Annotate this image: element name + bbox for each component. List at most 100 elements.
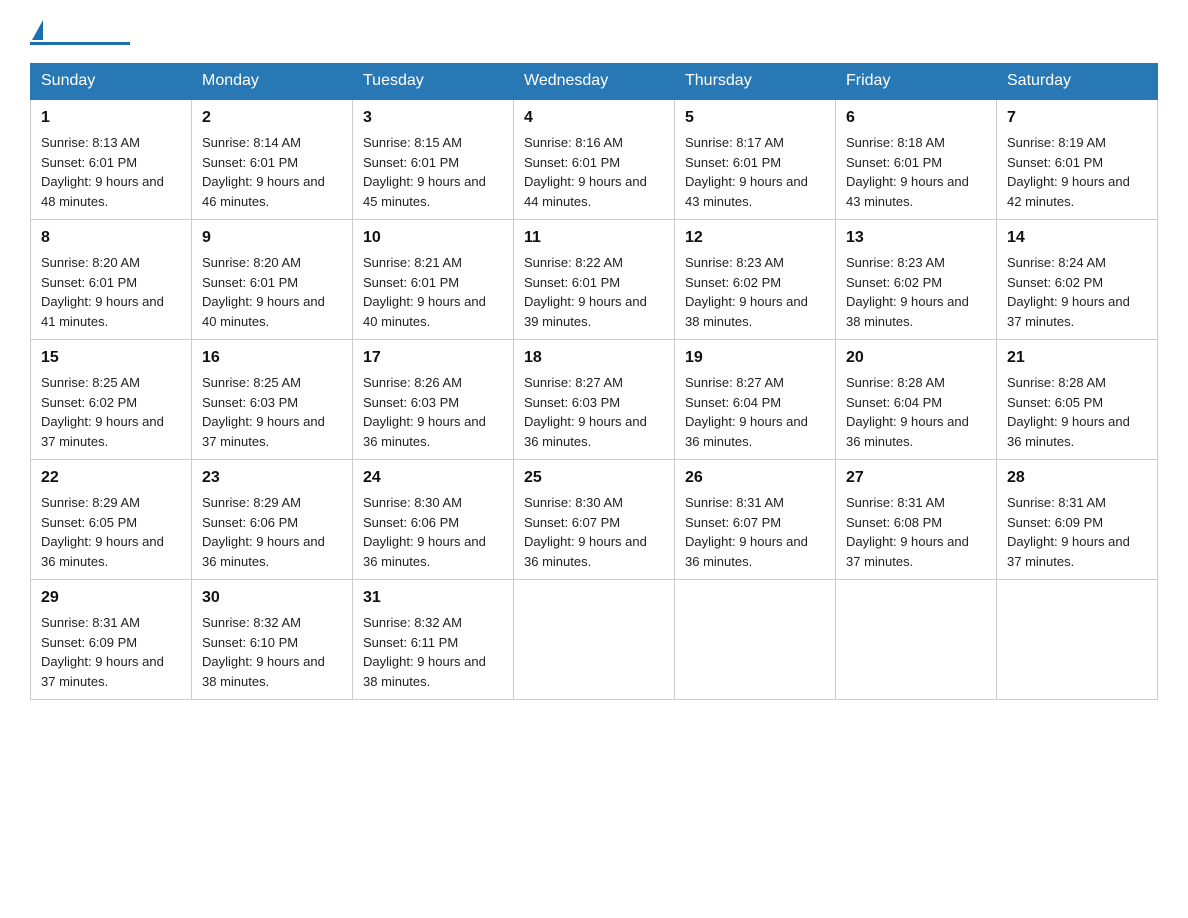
day-info: Sunrise: 8:31 AMSunset: 6:09 PMDaylight:… — [1007, 495, 1130, 569]
calendar-cell: 14 Sunrise: 8:24 AMSunset: 6:02 PMDayligh… — [997, 220, 1158, 340]
calendar-cell: 1 Sunrise: 8:13 AMSunset: 6:01 PMDaylight… — [31, 99, 192, 220]
calendar-week-row: 29 Sunrise: 8:31 AMSunset: 6:09 PMDayligh… — [31, 580, 1158, 700]
day-number: 4 — [524, 106, 664, 130]
day-info: Sunrise: 8:27 AMSunset: 6:03 PMDaylight:… — [524, 375, 647, 449]
calendar-cell — [675, 580, 836, 700]
page-header — [30, 20, 1158, 45]
calendar-cell: 23 Sunrise: 8:29 AMSunset: 6:06 PMDayligh… — [192, 460, 353, 580]
day-info: Sunrise: 8:30 AMSunset: 6:06 PMDaylight:… — [363, 495, 486, 569]
day-number: 29 — [41, 586, 181, 610]
day-info: Sunrise: 8:21 AMSunset: 6:01 PMDaylight:… — [363, 255, 486, 329]
weekday-header-tuesday: Tuesday — [353, 64, 514, 100]
calendar-cell: 2 Sunrise: 8:14 AMSunset: 6:01 PMDaylight… — [192, 99, 353, 220]
weekday-header-row: SundayMondayTuesdayWednesdayThursdayFrid… — [31, 64, 1158, 100]
day-number: 2 — [202, 106, 342, 130]
day-info: Sunrise: 8:31 AMSunset: 6:09 PMDaylight:… — [41, 615, 164, 689]
day-info: Sunrise: 8:24 AMSunset: 6:02 PMDaylight:… — [1007, 255, 1130, 329]
day-info: Sunrise: 8:20 AMSunset: 6:01 PMDaylight:… — [41, 255, 164, 329]
calendar-cell: 10 Sunrise: 8:21 AMSunset: 6:01 PMDayligh… — [353, 220, 514, 340]
calendar-cell: 27 Sunrise: 8:31 AMSunset: 6:08 PMDayligh… — [836, 460, 997, 580]
weekday-header-friday: Friday — [836, 64, 997, 100]
day-number: 5 — [685, 106, 825, 130]
calendar-cell: 26 Sunrise: 8:31 AMSunset: 6:07 PMDayligh… — [675, 460, 836, 580]
calendar-cell: 7Sunrise: 8:19 AMSunset: 6:01 PMDaylight… — [997, 99, 1158, 220]
day-number: 20 — [846, 346, 986, 370]
day-number: 15 — [41, 346, 181, 370]
day-info: Sunrise: 8:29 AMSunset: 6:06 PMDaylight:… — [202, 495, 325, 569]
day-number: 11 — [524, 226, 664, 250]
day-number: 25 — [524, 466, 664, 490]
day-number: 24 — [363, 466, 503, 490]
calendar-week-row: 22Sunrise: 8:29 AMSunset: 6:05 PMDayligh… — [31, 460, 1158, 580]
day-info: Sunrise: 8:14 AMSunset: 6:01 PMDaylight:… — [202, 135, 325, 209]
calendar-cell — [836, 580, 997, 700]
day-number: 6 — [846, 106, 986, 130]
day-number: 21 — [1007, 346, 1147, 370]
calendar-cell: 18 Sunrise: 8:27 AMSunset: 6:03 PMDayligh… — [514, 340, 675, 460]
day-info: Sunrise: 8:32 AMSunset: 6:10 PMDaylight:… — [202, 615, 325, 689]
calendar-cell: 29 Sunrise: 8:31 AMSunset: 6:09 PMDayligh… — [31, 580, 192, 700]
logo — [30, 20, 130, 45]
calendar-cell: 19 Sunrise: 8:27 AMSunset: 6:04 PMDayligh… — [675, 340, 836, 460]
calendar-cell: 22Sunrise: 8:29 AMSunset: 6:05 PMDayligh… — [31, 460, 192, 580]
day-number: 9 — [202, 226, 342, 250]
day-number: 1 — [41, 106, 181, 130]
day-number: 26 — [685, 466, 825, 490]
day-info: Sunrise: 8:28 AMSunset: 6:04 PMDaylight:… — [846, 375, 969, 449]
calendar-cell: 28 Sunrise: 8:31 AMSunset: 6:09 PMDayligh… — [997, 460, 1158, 580]
day-number: 30 — [202, 586, 342, 610]
calendar-cell: 11 Sunrise: 8:22 AMSunset: 6:01 PMDayligh… — [514, 220, 675, 340]
day-number: 18 — [524, 346, 664, 370]
calendar-cell: 17Sunrise: 8:26 AMSunset: 6:03 PMDayligh… — [353, 340, 514, 460]
calendar-cell: 12Sunrise: 8:23 AMSunset: 6:02 PMDayligh… — [675, 220, 836, 340]
calendar-cell: 4 Sunrise: 8:16 AMSunset: 6:01 PMDaylight… — [514, 99, 675, 220]
day-info: Sunrise: 8:26 AMSunset: 6:03 PMDaylight:… — [363, 375, 486, 449]
calendar-cell: 6 Sunrise: 8:18 AMSunset: 6:01 PMDaylight… — [836, 99, 997, 220]
day-number: 3 — [363, 106, 503, 130]
logo-triangle-icon — [32, 20, 43, 40]
calendar-cell: 21 Sunrise: 8:28 AMSunset: 6:05 PMDayligh… — [997, 340, 1158, 460]
weekday-header-monday: Monday — [192, 64, 353, 100]
day-number: 28 — [1007, 466, 1147, 490]
day-number: 12 — [685, 226, 825, 250]
weekday-header-saturday: Saturday — [997, 64, 1158, 100]
day-info: Sunrise: 8:16 AMSunset: 6:01 PMDaylight:… — [524, 135, 647, 209]
day-number: 23 — [202, 466, 342, 490]
day-info: Sunrise: 8:31 AMSunset: 6:07 PMDaylight:… — [685, 495, 808, 569]
day-info: Sunrise: 8:23 AMSunset: 6:02 PMDaylight:… — [846, 255, 969, 329]
calendar-cell: 3Sunrise: 8:15 AMSunset: 6:01 PMDaylight… — [353, 99, 514, 220]
day-number: 10 — [363, 226, 503, 250]
calendar-cell — [997, 580, 1158, 700]
calendar-week-row: 15Sunrise: 8:25 AMSunset: 6:02 PMDayligh… — [31, 340, 1158, 460]
day-info: Sunrise: 8:20 AMSunset: 6:01 PMDaylight:… — [202, 255, 325, 329]
calendar-cell: 30 Sunrise: 8:32 AMSunset: 6:10 PMDayligh… — [192, 580, 353, 700]
day-info: Sunrise: 8:32 AMSunset: 6:11 PMDaylight:… — [363, 615, 486, 689]
calendar-cell: 25 Sunrise: 8:30 AMSunset: 6:07 PMDayligh… — [514, 460, 675, 580]
day-info: Sunrise: 8:29 AMSunset: 6:05 PMDaylight:… — [41, 495, 164, 569]
calendar-table: SundayMondayTuesdayWednesdayThursdayFrid… — [30, 63, 1158, 700]
day-info: Sunrise: 8:30 AMSunset: 6:07 PMDaylight:… — [524, 495, 647, 569]
day-number: 7 — [1007, 106, 1147, 130]
calendar-cell — [514, 580, 675, 700]
calendar-cell: 8 Sunrise: 8:20 AMSunset: 6:01 PMDaylight… — [31, 220, 192, 340]
calendar-cell: 9 Sunrise: 8:20 AMSunset: 6:01 PMDaylight… — [192, 220, 353, 340]
weekday-header-sunday: Sunday — [31, 64, 192, 100]
day-number: 14 — [1007, 226, 1147, 250]
day-number: 13 — [846, 226, 986, 250]
day-info: Sunrise: 8:22 AMSunset: 6:01 PMDaylight:… — [524, 255, 647, 329]
day-info: Sunrise: 8:28 AMSunset: 6:05 PMDaylight:… — [1007, 375, 1130, 449]
calendar-week-row: 8 Sunrise: 8:20 AMSunset: 6:01 PMDaylight… — [31, 220, 1158, 340]
day-info: Sunrise: 8:13 AMSunset: 6:01 PMDaylight:… — [41, 135, 164, 209]
day-number: 27 — [846, 466, 986, 490]
day-info: Sunrise: 8:31 AMSunset: 6:08 PMDaylight:… — [846, 495, 969, 569]
day-info: Sunrise: 8:18 AMSunset: 6:01 PMDaylight:… — [846, 135, 969, 209]
day-number: 19 — [685, 346, 825, 370]
day-number: 16 — [202, 346, 342, 370]
calendar-cell: 24 Sunrise: 8:30 AMSunset: 6:06 PMDayligh… — [353, 460, 514, 580]
day-number: 8 — [41, 226, 181, 250]
calendar-cell: 20 Sunrise: 8:28 AMSunset: 6:04 PMDayligh… — [836, 340, 997, 460]
calendar-cell: 31 Sunrise: 8:32 AMSunset: 6:11 PMDayligh… — [353, 580, 514, 700]
day-info: Sunrise: 8:27 AMSunset: 6:04 PMDaylight:… — [685, 375, 808, 449]
calendar-cell: 13 Sunrise: 8:23 AMSunset: 6:02 PMDayligh… — [836, 220, 997, 340]
day-number: 31 — [363, 586, 503, 610]
